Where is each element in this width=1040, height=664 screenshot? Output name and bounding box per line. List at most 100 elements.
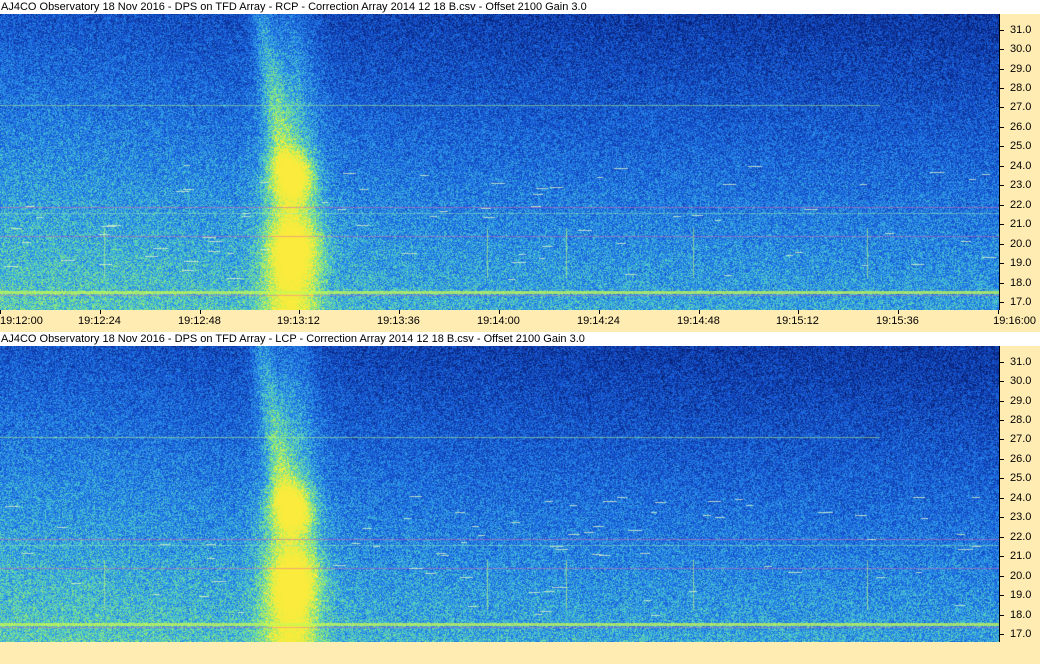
- freq-tickmark: [1000, 614, 1004, 616]
- freq-tick-label: 30.0: [1010, 43, 1032, 56]
- freq-tick-lcp: 30.0: [1000, 375, 1040, 388]
- freq-tickmark: [1000, 536, 1004, 538]
- freq-tick-label: 22.0: [1010, 198, 1032, 211]
- freq-tick-label: 20.0: [1010, 569, 1032, 582]
- freq-tick-label: 27.0: [1010, 433, 1032, 446]
- freq-tickmark: [1000, 420, 1004, 421]
- freq-tickmark: [1000, 575, 1004, 577]
- freq-tick-label: 26.0: [1010, 452, 1032, 465]
- freq-tick-lcp: 22.0: [1000, 530, 1040, 543]
- freq-tick-rcp: 29.0: [1000, 62, 1040, 75]
- freq-tick-lcp: 29.0: [1000, 394, 1040, 407]
- freq-tick-label: 29.0: [1010, 62, 1032, 75]
- freq-tickmark: [1000, 88, 1004, 89]
- time-tick-label: 19:15:36: [876, 315, 919, 327]
- freq-tick-label: 28.0: [1010, 414, 1032, 426]
- freq-tick-label: 17.0: [1010, 628, 1032, 641]
- freq-tickmark: [1000, 224, 1004, 226]
- freq-tickmark: [1000, 204, 1004, 206]
- time-axis: 19:12:00 19:12:24 19:12:48 19:13:12 19:13:36…: [0, 310, 1040, 332]
- freq-tickmark: [1000, 165, 1004, 167]
- freq-tick-rcp: 20.0: [1000, 237, 1040, 250]
- time-tick-label: 19:12:00: [0, 315, 43, 327]
- freq-tick-label: 19.0: [1010, 589, 1032, 602]
- freq-tick-label: 18.0: [1010, 276, 1032, 289]
- freq-tickmark: [1000, 243, 1004, 245]
- freq-tickmark: [1000, 49, 1004, 51]
- freq-tick-label: 31.0: [1010, 355, 1032, 368]
- time-tick-label: 19:14:24: [577, 315, 620, 327]
- freq-tick-rcp: 27.0: [1000, 101, 1040, 114]
- freq-tick-rcp: 22.0: [1000, 198, 1040, 211]
- time-tick-label: 19:16:00: [993, 315, 1036, 327]
- freq-tick-lcp: 26.0: [1000, 452, 1040, 465]
- freq-tick-label: 28.0: [1010, 82, 1032, 94]
- freq-tick-label: 30.0: [1010, 375, 1032, 388]
- freq-tickmark: [1000, 458, 1004, 460]
- freq-tickmark: [1000, 381, 1004, 383]
- time-tickmark: [200, 310, 201, 314]
- freq-tickmark: [1000, 263, 1004, 265]
- freq-tick-label: 22.0: [1010, 530, 1032, 543]
- time-tick-label: 19:14:48: [677, 315, 720, 327]
- freq-tick-label: 29.0: [1010, 394, 1032, 407]
- freq-tick-lcp: 23.0: [1000, 511, 1040, 524]
- freq-tick-rcp: 17.0: [1000, 296, 1040, 309]
- freq-tickmark: [1000, 302, 1004, 304]
- freq-tickmark: [1000, 185, 1004, 187]
- freq-tick-lcp: 17.0: [1000, 628, 1040, 641]
- freq-tick-rcp: 18.0: [1000, 276, 1040, 289]
- freq-tick-label: 23.0: [1010, 511, 1032, 524]
- freq-tickmark: [1000, 556, 1004, 558]
- freq-tick-rcp: 24.0: [1000, 159, 1040, 172]
- freq-tick-rcp: 21.0: [1000, 218, 1040, 231]
- freq-tickmark: [1000, 146, 1004, 148]
- freq-tickmark: [1000, 107, 1004, 109]
- time-tick-label: 19:13:36: [377, 315, 420, 327]
- freq-tick-rcp: 26.0: [1000, 120, 1040, 133]
- freq-tick-lcp: 21.0: [1000, 550, 1040, 562]
- freq-tickmark: [1000, 126, 1004, 128]
- time-tickmark: [998, 310, 999, 314]
- time-tickmark: [100, 310, 101, 314]
- freq-tickmark: [1000, 29, 1004, 31]
- time-tickmark: [898, 310, 899, 314]
- freq-tick-label: 23.0: [1010, 179, 1032, 192]
- freq-tick-label: 25.0: [1010, 472, 1032, 485]
- freq-tick-label: 27.0: [1010, 101, 1032, 114]
- freq-tick-rcp: 19.0: [1000, 257, 1040, 269]
- bottom-time-axis-strip: [0, 642, 1040, 664]
- panel-title-lcp: AJ4CO Observatory 18 Nov 2016 - DPS on T…: [0, 332, 1040, 346]
- freq-tick-label: 25.0: [1010, 140, 1032, 153]
- freq-tick-label: 18.0: [1010, 608, 1032, 621]
- freq-tick-lcp: 24.0: [1000, 492, 1040, 504]
- freq-tick-label: 21.0: [1010, 218, 1032, 231]
- freq-tick-lcp: 31.0: [1000, 355, 1040, 368]
- freq-tickmark: [1000, 361, 1004, 363]
- freq-tick-rcp: 25.0: [1000, 140, 1040, 153]
- time-tickmark: [399, 310, 400, 314]
- time-tickmark: [0, 310, 1, 314]
- freq-tick-label: 24.0: [1010, 159, 1032, 172]
- freq-tick-label: 17.0: [1010, 296, 1032, 309]
- time-tickmark: [599, 310, 600, 314]
- time-tickmark: [699, 310, 700, 314]
- time-tick-label: 19:15:12: [776, 315, 819, 327]
- freq-tickmark: [1000, 282, 1004, 284]
- freq-tick-lcp: 27.0: [1000, 433, 1040, 446]
- time-tick-label: 19:13:12: [277, 315, 320, 327]
- spectrogram-image-lcp: [0, 346, 999, 642]
- freq-tick-rcp: 23.0: [1000, 179, 1040, 192]
- freq-tick-lcp: 28.0: [1000, 414, 1040, 426]
- spectrogram-rcp: [0, 14, 999, 310]
- time-tick-label: 19:14:00: [477, 315, 520, 327]
- freq-tick-rcp: 30.0: [1000, 43, 1040, 56]
- freq-tickmark: [1000, 400, 1004, 402]
- spectrogram-image-rcp: [0, 14, 999, 310]
- time-tick-label: 19:12:24: [78, 315, 121, 327]
- freq-tick-label: 20.0: [1010, 237, 1032, 250]
- freq-tick-lcp: 18.0: [1000, 608, 1040, 621]
- freq-tick-label: 26.0: [1010, 120, 1032, 133]
- freq-tick-rcp: 31.0: [1000, 24, 1040, 36]
- frequency-axis-lcp: 31.0 30.0 29.0 28.0 27.0 26.0 25.0 24.0 23.0 22.0…: [999, 346, 1040, 642]
